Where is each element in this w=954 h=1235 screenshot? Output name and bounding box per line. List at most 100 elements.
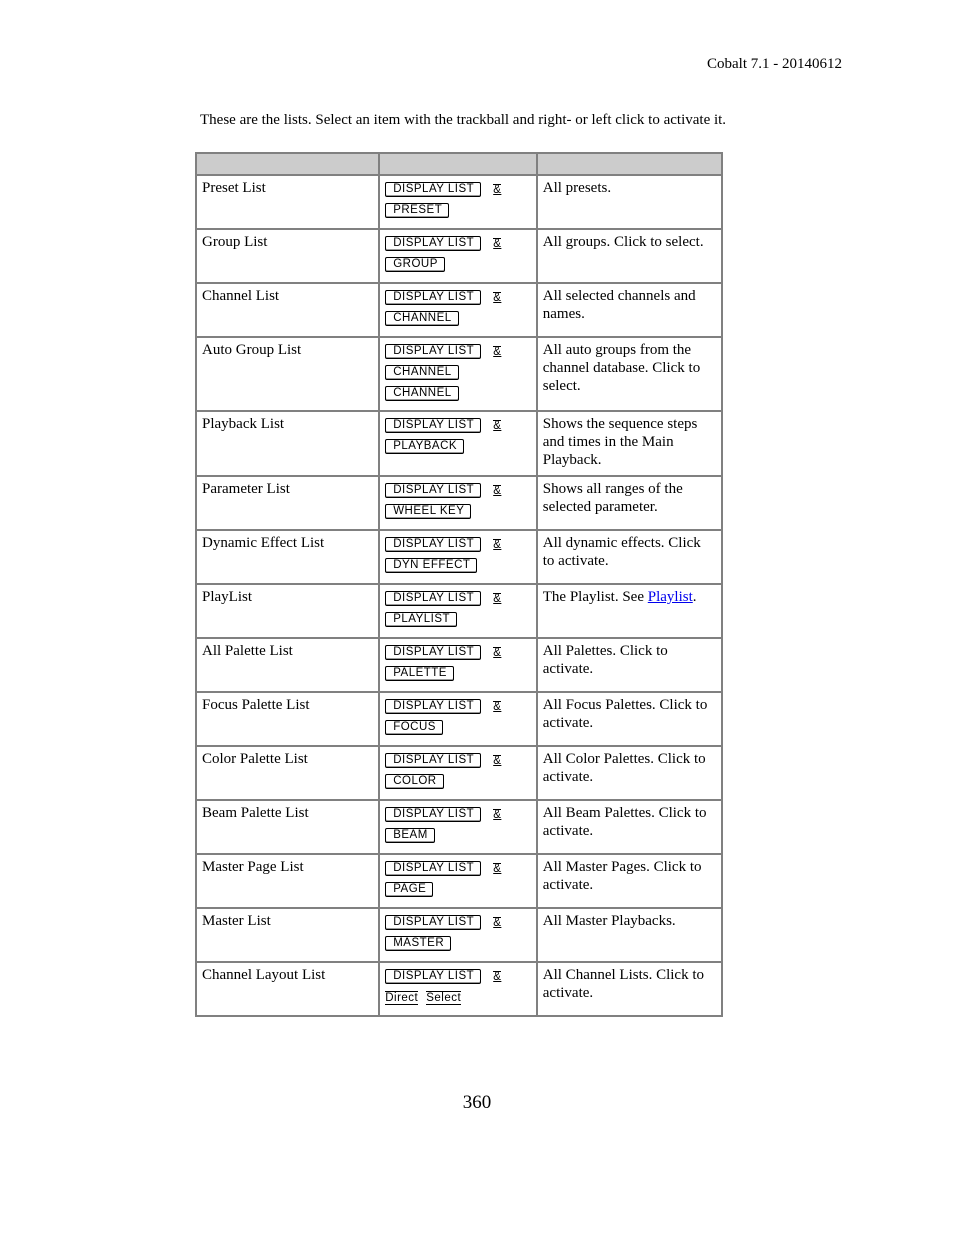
and-symbol: & (493, 345, 502, 358)
table-row: Preset List DISPLAY LIST & PRESET All preset… (194, 174, 724, 230)
description-cell: All dynamic effects. Click to activate. (535, 529, 724, 585)
console-key[interactable]: PLAYBACK (385, 439, 465, 454)
description-cell: All presets. (535, 174, 724, 230)
and-symbol: & (493, 646, 502, 659)
console-key[interactable]: DISPLAY LIST (385, 915, 482, 930)
table-row: Playback List DISPLAY LIST & PLAYBACK Shows … (194, 410, 724, 477)
list-name-cell: Group List (194, 228, 381, 284)
key-sequence-cell: DISPLAY LIST & PALETTE (378, 637, 538, 693)
console-key[interactable]: DISPLAY LIST (385, 236, 482, 251)
list-name-cell: Dynamic Effect List (194, 529, 381, 585)
table-row: Group List DISPLAY LIST & GROUP All groups. … (194, 228, 724, 284)
console-key[interactable]: COLOR (385, 774, 444, 789)
console-key[interactable]: DISPLAY LIST (385, 483, 482, 498)
table-row: Master List DISPLAY LIST & MASTER All Master… (194, 907, 724, 963)
page-number: 360 (462, 1092, 492, 1113)
key-sequence-cell: DISPLAY LIST & CHANNEL CHANNEL (378, 336, 538, 412)
console-key[interactable]: BEAM (385, 828, 435, 843)
key-line: GROUP (385, 254, 531, 275)
console-key[interactable]: DISPLAY LIST (385, 645, 482, 660)
and-symbol: & (493, 970, 502, 983)
and-symbol: & (493, 916, 502, 929)
key-sequence-cell: DISPLAY LIST & DYN EFFECT (378, 529, 538, 585)
console-key[interactable]: MASTER (385, 936, 452, 951)
key-line: DISPLAY LIST & (385, 966, 531, 987)
console-key[interactable]: FOCUS (385, 720, 443, 735)
table-row: Channel Layout List DISPLAY LIST & Direct Se… (194, 961, 724, 1017)
description-cell: All selected channels and names. (535, 282, 724, 338)
list-name-cell: Preset List (194, 174, 381, 230)
console-key[interactable]: DISPLAY LIST (385, 753, 482, 768)
key-line: PLAYBACK (385, 436, 531, 457)
softkey[interactable]: Select (426, 990, 462, 1005)
table-row: Color Palette List DISPLAY LIST & COLOR All … (194, 745, 724, 801)
console-key[interactable]: PALETTE (385, 666, 454, 681)
softkey[interactable]: Direct (385, 990, 419, 1005)
description-cell: All Focus Palettes. Click to activate. (535, 691, 724, 747)
console-key[interactable]: CHANNEL (385, 311, 459, 326)
console-key[interactable]: DISPLAY LIST (385, 344, 482, 359)
key-line: DISPLAY LIST & (385, 912, 531, 933)
console-key[interactable]: CHANNEL (385, 386, 459, 401)
key-line: CHANNEL (385, 308, 531, 329)
console-key[interactable]: CHANNEL (385, 365, 459, 380)
playlist-link[interactable]: Playlist (648, 589, 693, 605)
console-key[interactable]: GROUP (385, 257, 445, 272)
key-line: DISPLAY LIST & (385, 415, 531, 436)
key-line: DISPLAY LIST & (385, 750, 531, 771)
description-cell: The Playlist. See Playlist. (535, 583, 724, 639)
list-name-cell: Master List (194, 907, 381, 963)
key-line: DISPLAY LIST & (385, 534, 531, 555)
header-cell-keys (378, 152, 538, 176)
console-key[interactable]: DISPLAY LIST (385, 182, 482, 197)
list-name-cell: Master Page List (194, 853, 381, 909)
key-sequence-cell: DISPLAY LIST & Direct Select (378, 961, 538, 1017)
description-cell: All Master Pages. Click to activate. (535, 853, 724, 909)
and-symbol: & (493, 291, 502, 304)
console-key[interactable]: DISPLAY LIST (385, 591, 482, 606)
description-cell: All Beam Palettes. Click to activate. (535, 799, 724, 855)
console-key[interactable]: DISPLAY LIST (385, 861, 482, 876)
and-symbol: & (493, 183, 502, 196)
key-line: DYN EFFECT (385, 555, 531, 576)
console-key[interactable]: DISPLAY LIST (385, 969, 482, 984)
key-line: DISPLAY LIST & (385, 233, 531, 254)
console-key[interactable]: DYN EFFECT (385, 558, 478, 573)
list-name-cell: Playback List (194, 410, 381, 477)
key-line: DISPLAY LIST & (385, 480, 531, 501)
list-name-cell: Parameter List (194, 475, 381, 531)
key-sequence-cell: DISPLAY LIST & PLAYLIST (378, 583, 538, 639)
description-cell: All groups. Click to select. (535, 228, 724, 284)
console-key[interactable]: PRESET (385, 203, 450, 218)
table-row: Dynamic Effect List DISPLAY LIST & DYN EFFE… (194, 529, 724, 585)
console-key[interactable]: WHEEL KEY (385, 504, 472, 519)
description-cell: All Master Playbacks. (535, 907, 724, 963)
description-cell: All Channel Lists. Click to activate. (535, 961, 724, 1017)
console-key[interactable]: DISPLAY LIST (385, 290, 482, 305)
and-symbol: & (493, 700, 502, 713)
key-line: COLOR (385, 771, 531, 792)
and-symbol: & (493, 754, 502, 767)
console-key[interactable]: DISPLAY LIST (385, 807, 482, 822)
key-sequence-cell: DISPLAY LIST & MASTER (378, 907, 538, 963)
console-key[interactable]: DISPLAY LIST (385, 537, 482, 552)
console-key[interactable]: DISPLAY LIST (385, 699, 482, 714)
key-sequence-cell: DISPLAY LIST & PLAYBACK (378, 410, 538, 477)
console-key[interactable]: DISPLAY LIST (385, 418, 482, 433)
key-sequence-cell: DISPLAY LIST & GROUP (378, 228, 538, 284)
description-cell: Shows all ranges of the selected paramet… (535, 475, 724, 531)
key-sequence-cell: DISPLAY LIST & FOCUS (378, 691, 538, 747)
console-key[interactable]: PAGE (385, 882, 434, 897)
table-row: Auto Group List DISPLAY LIST & CHANNEL CHANN… (194, 336, 724, 412)
softkey-line: Direct Select (385, 987, 531, 1008)
lists-table: Preset List DISPLAY LIST & PRESET All preset… (194, 152, 724, 1017)
and-symbol: & (493, 862, 502, 875)
and-symbol: & (493, 484, 502, 497)
description-cell: All Color Palettes. Click to activate. (535, 745, 724, 801)
description-text-suffix: . (692, 589, 697, 605)
console-key[interactable]: PLAYLIST (385, 612, 458, 627)
intro-paragraph: These are the lists. Select an item with… (200, 112, 727, 128)
table-header-row (194, 152, 724, 176)
document-version-header: Cobalt 7.1 - 20140612 (707, 56, 842, 72)
table-row: All Palette List DISPLAY LIST & PALETTE All … (194, 637, 724, 693)
